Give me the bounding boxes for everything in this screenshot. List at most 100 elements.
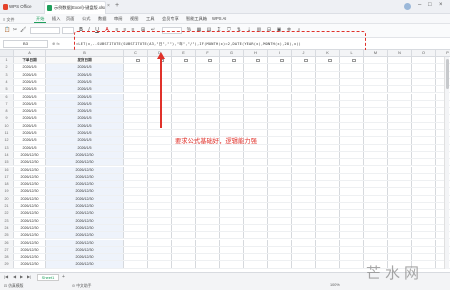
- cell-empty[interactable]: [148, 254, 172, 261]
- cell-empty[interactable]: [292, 137, 316, 144]
- first-sheet-icon[interactable]: |◀: [4, 274, 8, 279]
- cell-empty[interactable]: [148, 166, 172, 173]
- cell-empty[interactable]: [412, 166, 436, 173]
- cell-empty[interactable]: [244, 254, 268, 261]
- row-number[interactable]: 28: [0, 254, 14, 261]
- cell-empty[interactable]: [124, 64, 148, 71]
- cell-b[interactable]: 2026/12/30: [46, 224, 124, 232]
- row-number[interactable]: 9: [0, 115, 14, 122]
- cell-empty[interactable]: [196, 86, 220, 93]
- cell-empty[interactable]: [412, 115, 436, 122]
- cell-empty[interactable]: [172, 173, 196, 181]
- cell-empty[interactable]: [340, 108, 364, 115]
- cell-empty[interactable]: [292, 151, 316, 159]
- cell-empty[interactable]: [316, 108, 340, 115]
- cell-b[interactable]: 2026/12/30: [46, 217, 124, 224]
- row-number[interactable]: 12: [0, 137, 14, 144]
- cell-empty[interactable]: [364, 130, 388, 137]
- cell-empty[interactable]: [388, 78, 412, 86]
- cell-empty[interactable]: [220, 108, 244, 115]
- cell-empty[interactable]: [124, 159, 148, 166]
- row-number[interactable]: 10: [0, 122, 14, 129]
- cell-a[interactable]: 2026/1/5: [14, 115, 46, 122]
- cell-empty[interactable]: [148, 232, 172, 239]
- cell-empty[interactable]: [172, 100, 196, 108]
- cell-a[interactable]: 2026/12/30: [14, 166, 46, 173]
- cell-empty[interactable]: [292, 122, 316, 129]
- cell-empty[interactable]: [196, 239, 220, 246]
- cell-empty[interactable]: [196, 254, 220, 261]
- cell-b[interactable]: 2026/1/5: [46, 100, 124, 108]
- cell-empty[interactable]: [340, 78, 364, 86]
- cell-empty[interactable]: [244, 210, 268, 217]
- avatar[interactable]: [404, 3, 411, 10]
- cell-empty[interactable]: [412, 130, 436, 137]
- cell-empty[interactable]: [124, 86, 148, 93]
- cell-b[interactable]: 发货日期: [46, 57, 124, 64]
- cell-empty[interactable]: [388, 254, 412, 261]
- cell-empty[interactable]: [124, 144, 148, 151]
- cell-empty[interactable]: [388, 122, 412, 129]
- cell-empty[interactable]: [412, 100, 436, 108]
- cell-empty[interactable]: [124, 166, 148, 173]
- cell-a[interactable]: 2026/12/30: [14, 217, 46, 224]
- cell-b[interactable]: 2026/12/30: [46, 159, 124, 166]
- cell-empty[interactable]: [340, 166, 364, 173]
- column-header-b[interactable]: B: [46, 50, 124, 57]
- cell-empty[interactable]: [412, 159, 436, 166]
- cell-empty[interactable]: [268, 108, 292, 115]
- cell-empty[interactable]: [364, 166, 388, 173]
- cell-empty[interactable]: [292, 173, 316, 181]
- cell-empty[interactable]: [172, 71, 196, 78]
- cell-empty[interactable]: [124, 239, 148, 246]
- cell-empty[interactable]: [292, 115, 316, 122]
- cell-empty[interactable]: [196, 195, 220, 202]
- cell-empty[interactable]: [316, 261, 340, 268]
- cell-empty[interactable]: [196, 122, 220, 129]
- row-number[interactable]: 15: [0, 159, 14, 166]
- cell-empty[interactable]: [244, 217, 268, 224]
- cell-empty[interactable]: [388, 108, 412, 115]
- cell-empty[interactable]: [412, 195, 436, 202]
- cell-empty[interactable]: [172, 203, 196, 210]
- cell-empty[interactable]: [196, 78, 220, 86]
- cell-empty[interactable]: [268, 144, 292, 151]
- cell-empty[interactable]: [220, 246, 244, 254]
- cell-empty[interactable]: [148, 210, 172, 217]
- cell-empty[interactable]: [364, 159, 388, 166]
- column-header-l[interactable]: L: [340, 50, 364, 57]
- cell-empty[interactable]: [268, 122, 292, 129]
- cell-empty[interactable]: [340, 151, 364, 159]
- cell-a[interactable]: 2026/12/30: [14, 151, 46, 159]
- cell-b[interactable]: 2026/12/30: [46, 181, 124, 188]
- cell-empty[interactable]: [196, 232, 220, 239]
- cell-empty[interactable]: [148, 159, 172, 166]
- cell-empty[interactable]: [148, 181, 172, 188]
- cell-empty[interactable]: [364, 57, 388, 64]
- row-number[interactable]: 23: [0, 217, 14, 224]
- cell-b[interactable]: 2026/12/30: [46, 239, 124, 246]
- menu-tab-8[interactable]: 会员专享: [160, 15, 181, 23]
- cell-empty[interactable]: [196, 217, 220, 224]
- cell-empty[interactable]: [124, 224, 148, 232]
- cell-empty[interactable]: [364, 254, 388, 261]
- cell-empty[interactable]: [316, 93, 340, 100]
- cell-empty[interactable]: [124, 173, 148, 181]
- cell-b[interactable]: 2026/1/5: [46, 130, 124, 137]
- cell-empty[interactable]: [220, 64, 244, 71]
- cell-empty[interactable]: [244, 122, 268, 129]
- cell-empty[interactable]: [220, 86, 244, 93]
- cell-empty[interactable]: [388, 181, 412, 188]
- cell-empty[interactable]: [292, 93, 316, 100]
- cell-empty[interactable]: [364, 217, 388, 224]
- last-sheet-icon[interactable]: ▶|: [27, 274, 31, 279]
- document-tab[interactable]: 示例数据(Excel)-键盘版.xlsx: [44, 1, 106, 14]
- cell-empty[interactable]: [196, 144, 220, 151]
- column-header-h[interactable]: H: [244, 50, 268, 57]
- cell-empty[interactable]: [364, 188, 388, 195]
- menu-tab-0[interactable]: 开始: [34, 15, 47, 23]
- cell-empty[interactable]: [220, 151, 244, 159]
- cell-empty[interactable]: [364, 115, 388, 122]
- column-header-f[interactable]: F: [196, 50, 220, 57]
- cell-empty[interactable]: [148, 203, 172, 210]
